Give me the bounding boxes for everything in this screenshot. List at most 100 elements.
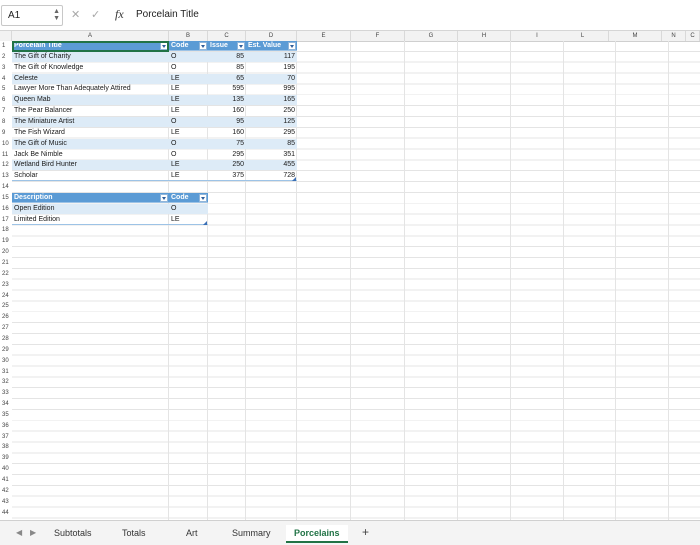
table-header-cell[interactable]: Issue xyxy=(208,41,246,51)
column-header[interactable]: G xyxy=(405,31,458,41)
issue-cell[interactable]: 295 xyxy=(208,150,246,160)
column-header[interactable]: L xyxy=(557,31,609,41)
row-header[interactable]: 14 xyxy=(0,182,12,193)
value-cell[interactable]: 117 xyxy=(246,51,297,62)
code-cell[interactable]: LE xyxy=(169,106,208,116)
description-cell[interactable]: Limited Edition xyxy=(12,215,169,225)
filter-dropdown-icon[interactable] xyxy=(237,42,245,50)
issue-cell[interactable]: 135 xyxy=(208,95,246,106)
row-header[interactable]: 18 xyxy=(0,225,12,236)
code-cell[interactable]: O xyxy=(169,51,208,62)
row-header[interactable]: 35 xyxy=(0,409,12,420)
issue-cell[interactable]: 95 xyxy=(208,116,246,127)
issue-cell[interactable]: 250 xyxy=(208,160,246,171)
row-header[interactable]: 12 xyxy=(0,160,12,171)
row-header[interactable]: 15 xyxy=(0,192,12,203)
title-cell[interactable]: The Pear Balancer xyxy=(12,106,169,116)
sheet-tab-summary[interactable]: Summary xyxy=(224,525,279,541)
column-header[interactable]: M xyxy=(609,31,662,41)
column-header[interactable]: C xyxy=(686,31,700,41)
row-header[interactable]: 42 xyxy=(0,485,12,496)
add-sheet-button[interactable]: + xyxy=(362,525,369,539)
row-header[interactable]: 36 xyxy=(0,420,12,431)
table-header-cell[interactable]: Code xyxy=(169,41,208,51)
title-cell[interactable]: The Gift of Music xyxy=(12,138,169,149)
issue-cell[interactable]: 75 xyxy=(208,138,246,149)
row-header[interactable]: 41 xyxy=(0,475,12,485)
row-header[interactable]: 10 xyxy=(0,138,12,149)
table-header-cell[interactable]: Code xyxy=(169,192,208,203)
column-header[interactable]: C xyxy=(208,31,246,41)
row-header[interactable]: 25 xyxy=(0,301,12,312)
title-cell[interactable]: Lawyer More Than Adequately Attired xyxy=(12,84,169,94)
table-header-cell[interactable]: Est. Value xyxy=(246,41,297,51)
value-cell[interactable]: 125 xyxy=(246,116,297,127)
row-header[interactable]: 6 xyxy=(0,95,12,106)
next-sheet-icon[interactable]: ▶ xyxy=(30,528,36,537)
row-header[interactable]: 11 xyxy=(0,149,12,160)
row-header[interactable]: 29 xyxy=(0,344,12,355)
table-header-cell[interactable]: Porcelain Title xyxy=(12,41,169,51)
title-cell[interactable]: The Fish Wizard xyxy=(12,128,169,138)
row-header[interactable]: 1 xyxy=(0,41,12,51)
code-cell[interactable]: LE xyxy=(169,84,208,94)
row-header[interactable]: 19 xyxy=(0,236,12,247)
issue-cell[interactable]: 160 xyxy=(208,106,246,116)
row-header[interactable]: 16 xyxy=(0,203,12,214)
filter-dropdown-icon[interactable] xyxy=(160,42,168,50)
code-cell[interactable]: O xyxy=(169,203,208,214)
issue-cell[interactable]: 595 xyxy=(208,84,246,94)
row-header[interactable]: 4 xyxy=(0,73,12,84)
row-header[interactable]: 21 xyxy=(0,258,12,268)
title-cell[interactable]: Jack Be Nimble xyxy=(12,150,169,160)
description-cell[interactable]: Open Edition xyxy=(12,203,169,214)
value-cell[interactable]: 250 xyxy=(246,106,297,116)
code-cell[interactable]: O xyxy=(169,116,208,127)
filter-dropdown-icon[interactable] xyxy=(199,193,207,202)
filter-dropdown-icon[interactable] xyxy=(199,42,207,50)
title-cell[interactable]: Wetland Bird Hunter xyxy=(12,160,169,171)
name-box-stepper-icon[interactable]: ▲ ▼ xyxy=(53,8,60,22)
title-cell[interactable]: The Gift of Knowledge xyxy=(12,63,169,73)
row-header[interactable]: 24 xyxy=(0,290,12,301)
row-header[interactable]: 8 xyxy=(0,116,12,127)
row-header[interactable]: 32 xyxy=(0,377,12,388)
issue-cell[interactable]: 65 xyxy=(208,73,246,84)
row-header[interactable]: 26 xyxy=(0,312,12,323)
code-cell[interactable]: LE xyxy=(169,160,208,171)
row-header[interactable]: 37 xyxy=(0,431,12,442)
name-box[interactable]: A1 ▲ ▼ xyxy=(1,5,63,26)
column-header[interactable]: B xyxy=(169,31,208,41)
row-header[interactable]: 27 xyxy=(0,323,12,334)
table-resize-handle-icon[interactable] xyxy=(203,220,207,225)
value-cell[interactable]: 351 xyxy=(246,150,297,160)
issue-cell[interactable]: 85 xyxy=(208,63,246,73)
x-icon[interactable]: ✕ xyxy=(71,8,80,21)
value-cell[interactable]: 728 xyxy=(246,171,297,182)
sheet-tab-art[interactable]: Art xyxy=(178,525,206,541)
table-resize-handle-icon[interactable] xyxy=(292,177,296,181)
row-header[interactable]: 40 xyxy=(0,464,12,475)
row-header[interactable]: 9 xyxy=(0,127,12,138)
title-cell[interactable]: Scholar xyxy=(12,171,169,182)
code-cell[interactable]: LE xyxy=(169,171,208,182)
title-cell[interactable]: The Gift of Charity xyxy=(12,51,169,62)
row-header[interactable]: 44 xyxy=(0,507,12,518)
formula-input[interactable]: Porcelain Title xyxy=(136,9,199,20)
code-cell[interactable]: LE xyxy=(169,73,208,84)
row-header[interactable]: 33 xyxy=(0,388,12,399)
sheet-tab-porcelains[interactable]: Porcelains xyxy=(286,525,348,543)
column-header[interactable]: H xyxy=(458,31,511,41)
value-cell[interactable]: 195 xyxy=(246,63,297,73)
row-header[interactable]: 23 xyxy=(0,279,12,290)
issue-cell[interactable]: 85 xyxy=(208,51,246,62)
column-header[interactable]: N xyxy=(662,31,686,41)
row-header[interactable]: 2 xyxy=(0,51,12,62)
column-header[interactable]: D xyxy=(246,31,297,41)
row-header[interactable]: 22 xyxy=(0,268,12,279)
row-header[interactable]: 3 xyxy=(0,62,12,73)
title-cell[interactable]: Celeste xyxy=(12,73,169,84)
code-cell[interactable]: O xyxy=(169,63,208,73)
value-cell[interactable]: 165 xyxy=(246,95,297,106)
row-header[interactable]: 7 xyxy=(0,106,12,117)
